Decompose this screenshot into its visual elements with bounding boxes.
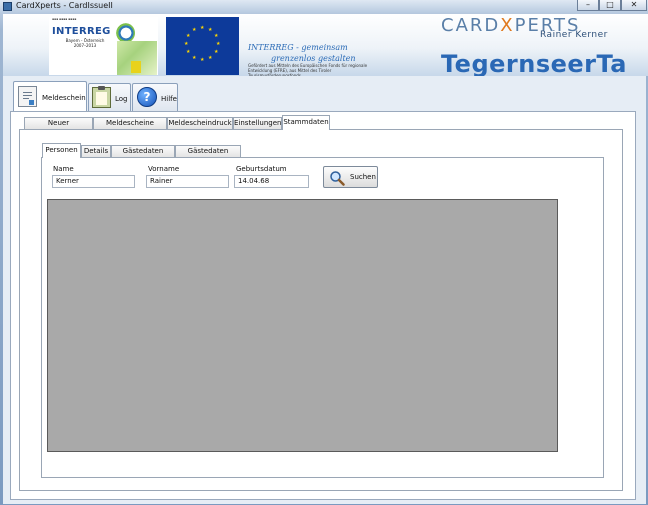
main-tab-meldeschein[interactable]: Meldeschein — [13, 81, 87, 112]
interreg-logo: ▪▪▪ ▪▪▪▪ ▪▪▪▪ INTERREG Bayern - Österrei… — [49, 17, 158, 75]
main-tab-label: Hilfe — [161, 95, 177, 103]
subtab-details[interactable]: Details — [81, 145, 111, 157]
help-icon: ? — [137, 87, 157, 107]
interreg-small-text: ▪▪▪ ▪▪▪▪ ▪▪▪▪ — [52, 17, 77, 21]
app-icon — [3, 2, 12, 11]
document-icon — [18, 86, 37, 107]
close-button[interactable]: ✕ — [621, 0, 647, 11]
interreg-subtitle: Bayern - Österreich 2007–2013 — [65, 38, 105, 48]
main-tab-label: Meldeschein — [42, 94, 86, 102]
interreg-swirl-icon — [115, 23, 135, 43]
search-button[interactable]: Suchen — [323, 166, 378, 188]
geburtsdatum-field[interactable]: 14.04.68 — [234, 175, 309, 188]
slogan-line-2: grenzenlos gestalten — [271, 54, 356, 63]
vorname-field[interactable]: Rainer — [146, 175, 229, 188]
logo-part-card: CARD — [441, 15, 501, 36]
main-tab-log[interactable]: Log — [88, 83, 131, 111]
close-icon: ✕ — [630, 0, 638, 9]
tab-meldescheindruck[interactable]: Meldescheindruck — [167, 117, 233, 129]
eu-flag-icon: ★ ★ ★ ★ ★ ★ ★ ★ ★ ★ ★ ★ — [166, 17, 239, 75]
subtab-personen[interactable]: Personen — [42, 143, 81, 158]
tab-stammdaten[interactable]: Stammdaten — [282, 115, 330, 130]
logo-part-x: X — [500, 15, 515, 36]
subtab-gaestedaten-import[interactable]: Gästedaten Import — [111, 145, 175, 165]
minimize-button[interactable]: – — [577, 0, 599, 11]
tab-meldescheine-finden[interactable]: Meldescheine finden — [93, 117, 167, 137]
interreg-wordmark: INTERREG — [52, 26, 111, 37]
maximize-button[interactable]: □ — [599, 0, 621, 11]
main-tab-label: Log — [115, 95, 128, 103]
main-tab-hilfe[interactable]: ? Hilfe — [132, 83, 178, 111]
logo-subtitle: Rainer Kerner — [540, 30, 608, 40]
eu-badge-icon — [131, 61, 141, 73]
tegernsee-logo: TegernseerTa — [441, 50, 627, 78]
name-label: Name — [53, 165, 74, 173]
geburtsdatum-label: Geburtsdatum — [236, 165, 287, 173]
tab-neuer-meldeschein[interactable]: Neuer Meldeschein — [24, 117, 93, 137]
slogan-line-1: INTERREG - gemeinsam — [248, 43, 348, 52]
persons-data-grid[interactable] — [47, 199, 558, 452]
tab-einstellungen[interactable]: Einstellungen — [233, 117, 282, 129]
search-button-label: Suchen — [350, 173, 376, 181]
minimize-icon: – — [586, 0, 590, 9]
name-field[interactable]: Kerner — [52, 175, 135, 188]
subtab-gaestedaten-export[interactable]: Gästedaten Export — [175, 145, 241, 165]
maximize-icon: □ — [606, 0, 614, 9]
clipboard-icon — [92, 86, 111, 108]
vorname-label: Vorname — [148, 165, 180, 173]
magnifier-icon — [330, 171, 345, 186]
window-title: CardXperts - CardIssueII — [16, 1, 113, 10]
title-bar[interactable]: CardXperts - CardIssueII — [0, 0, 648, 13]
